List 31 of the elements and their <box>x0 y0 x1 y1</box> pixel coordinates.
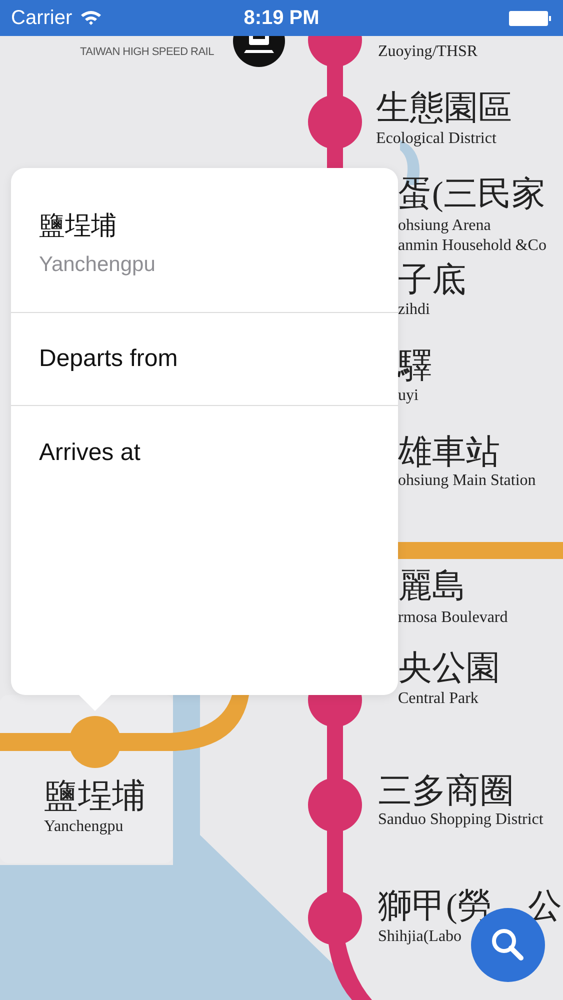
popover-title: 鹽埕埔 <box>39 212 118 238</box>
menu-item[interactable]: Departs from <box>11 313 398 406</box>
station-subtitle: Central Park <box>398 691 478 707</box>
popover-subtitle: Yanchengpu <box>39 254 156 275</box>
station-subtitle: Zuoying/THSR <box>378 44 478 60</box>
logo-text: TAIWAN HIGH SPEED RAIL <box>80 45 214 60</box>
carrier-label: Carrier <box>11 6 72 31</box>
station-subtitle: uyi <box>398 388 418 404</box>
station-subtitle: ohsiung Arena <box>398 218 491 234</box>
station-subtitle: Shihjia(Labo <box>378 929 462 945</box>
station-subtitle: Ecological District <box>376 131 496 147</box>
station-name: 央公園 <box>398 652 500 686</box>
station-subtitle: Sanduo Shopping District <box>378 812 544 828</box>
station-name: 子底 <box>398 264 466 298</box>
station-name: 驛 <box>398 350 432 384</box>
station-subtitle: rmosa Boulevard <box>398 610 508 626</box>
station-subtitle: zihdi <box>398 302 430 318</box>
station-name: 鹽埕埔 <box>44 780 146 814</box>
station-subtitle: ohsiung Main Station <box>398 473 536 489</box>
battery-icon <box>508 9 552 27</box>
station-name: 蛋(三民家 <box>398 178 546 212</box>
station-subtitle: anmin Household &Co <box>398 238 546 254</box>
station-name: 生態園區 <box>376 92 512 126</box>
station-name: 麗島 <box>398 570 466 604</box>
station-name: 公 <box>528 890 562 924</box>
station-name: 雄車站 <box>398 436 500 470</box>
station-subtitle: Yanchengpu <box>44 819 124 835</box>
menu-item[interactable]: Arrives at <box>11 406 398 499</box>
station-name: 三多商圈 <box>378 775 514 809</box>
clock-time: 8:19 PM <box>244 6 320 31</box>
wifi-icon <box>80 10 102 26</box>
